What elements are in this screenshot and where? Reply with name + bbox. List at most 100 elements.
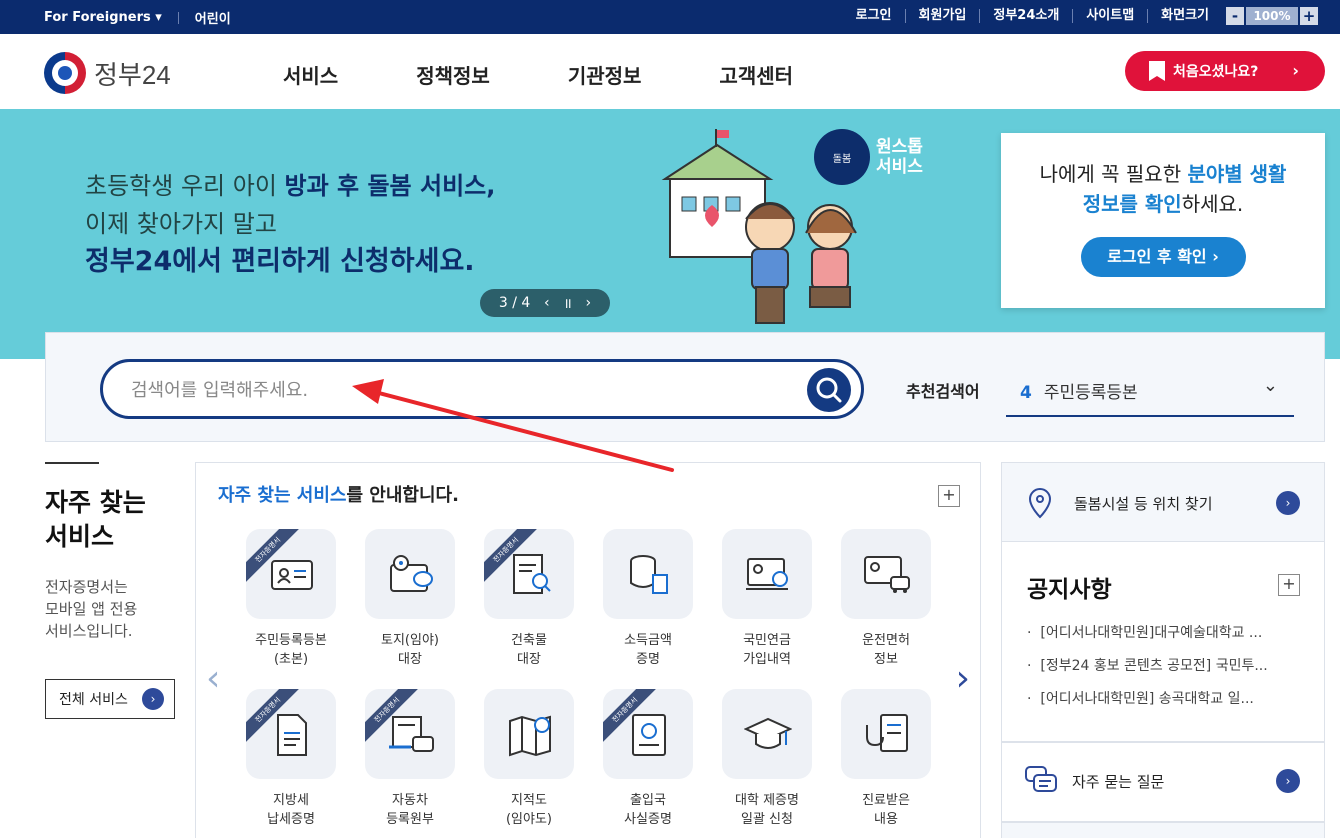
pager-count: 3 / 4 <box>498 295 531 311</box>
all-services-label: 전체 서비스 <box>59 692 128 708</box>
zoom-value: 100% <box>1246 7 1298 25</box>
section-divider <box>45 462 99 464</box>
infobox-text-2-hl: 정보를 확인 <box>1082 192 1182 216</box>
more-plus-icon[interactable]: + <box>938 485 960 507</box>
notice-item[interactable]: · [어디서나대학민원] 송곡대학교 일... <box>1027 688 1297 721</box>
service-label-2: 납세증명 <box>267 812 315 827</box>
kids-link[interactable]: 어린이 <box>195 8 231 27</box>
faq-link[interactable]: 자주 묻는 질문 › <box>1001 742 1325 822</box>
service-label-2: 내용 <box>874 812 898 827</box>
banner-line2: 이제 찾아가지 말고 <box>85 210 277 238</box>
logo-text: 정부24 <box>94 59 171 90</box>
nav-agency[interactable]: 기관정보 <box>568 60 642 89</box>
search-input[interactable] <box>131 376 771 404</box>
more-plus-icon[interactable]: + <box>1278 574 1300 596</box>
login-link[interactable]: 로그인 <box>843 9 905 23</box>
carousel-next-icon[interactable]: › <box>956 658 970 699</box>
cadastral-map-icon <box>484 689 574 779</box>
service-card[interactable]: 국민연금 가입내역 <box>717 529 817 669</box>
recommended-keyword-select[interactable]: 4 주민등록등본 ⌄ <box>1006 369 1294 417</box>
infobox-text-1: 나에게 꼭 필요한 <box>1039 162 1188 186</box>
all-services-button[interactable]: 전체 서비스 › <box>45 679 175 719</box>
service-label: 토지(임야) <box>381 633 439 648</box>
zoom-in-button[interactable]: + <box>1300 7 1318 25</box>
service-label: 대학 제증명 <box>735 793 799 808</box>
service-card[interactable]: 전자증명서 건축물 대장 <box>479 529 579 669</box>
service-card[interactable]: 전자증명서 출입국 사실증명 <box>598 689 698 829</box>
onestop-badge: 돌봄 <box>814 129 870 185</box>
service-label: 진료받은 <box>862 793 910 808</box>
service-label: 소득금액 <box>624 633 672 648</box>
resident-register-icon: 전자증명서 <box>246 529 336 619</box>
main-header: 정부24 서비스 정책정보 기관정보 고객센터 처음오셨나요? › <box>0 34 1340 109</box>
first-visit-button[interactable]: 처음오셨나요? › <box>1125 51 1325 91</box>
chevron-right-icon: › <box>1276 769 1300 793</box>
chat-bubble-icon <box>1025 766 1057 792</box>
bookmark-star-icon <box>1149 61 1165 81</box>
pause-icon[interactable]: ॥ <box>563 294 571 313</box>
onestop-title: 원스톱 서비스 <box>876 137 923 177</box>
service-label: 출입국 <box>630 793 666 808</box>
services-title-hl: 자주 찾는 서비스 <box>218 485 347 506</box>
divider <box>177 11 179 24</box>
prev-slide-icon[interactable]: ‹ <box>544 295 550 311</box>
login-to-check-button[interactable]: 로그인 후 확인 › <box>1080 237 1246 277</box>
service-label: 운전면허 <box>862 633 910 648</box>
service-label: 지방세 <box>273 793 309 808</box>
services-title-rest: 를 안내합니다. <box>346 485 459 506</box>
desc-line1: 전자증명서는 <box>45 578 128 596</box>
global-nav: 서비스 정책정보 기관정보 고객센터 <box>283 60 871 89</box>
frequent-services-panel: 자주 찾는 서비스를 안내합니다. + ‹ › 전자증명서 주민등록등본 (초본)… <box>195 462 981 838</box>
care-facility-finder[interactable]: 돌봄시설 등 위치 찾기 › <box>1001 462 1325 542</box>
signup-link[interactable]: 회원가입 <box>904 9 980 23</box>
chevron-down-icon: ⌄ <box>1262 375 1278 396</box>
search-icon <box>816 377 842 403</box>
nav-services[interactable]: 서비스 <box>283 60 338 89</box>
service-card[interactable]: 대학 제증명 일괄 신청 <box>717 689 817 829</box>
service-card[interactable]: 진료받은내용 <box>836 689 936 829</box>
nav-policy[interactable]: 정책정보 <box>416 60 490 89</box>
service-label-2: (초본) <box>273 652 309 667</box>
right-panel-bottom <box>1001 822 1325 838</box>
zoom-control: - 100% + <box>1226 7 1318 25</box>
service-card[interactable]: 전자증명서 주민등록등본 (초본) <box>241 529 341 669</box>
about-link[interactable]: 정부24소개 <box>979 9 1072 23</box>
infobox-text-2: 하세요. <box>1181 192 1244 216</box>
notice-item[interactable]: · [어디서나대학민원]대구예술대학교 ... <box>1027 622 1297 655</box>
search-button[interactable] <box>807 368 851 412</box>
service-label-2: 등록원부 <box>386 812 434 827</box>
sitemap-link[interactable]: 사이트맵 <box>1072 9 1147 23</box>
banner-line3: 정부24에서 편리하게 신청하세요. <box>85 246 475 277</box>
notice-heading: 공지사항 <box>1027 577 1112 603</box>
heading-line1: 자주 찾는 <box>45 488 146 517</box>
medical-record-icon <box>841 689 931 779</box>
chevron-right-icon: › <box>142 688 164 710</box>
service-card[interactable]: 지적도 (임야도) <box>479 689 579 829</box>
service-label-2: 대장 <box>517 652 541 667</box>
rec-keyword: 주민등록등본 <box>1043 383 1138 403</box>
desc-line3: 서비스입니다. <box>45 622 133 640</box>
service-label-2: 증명 <box>636 652 660 667</box>
nav-support[interactable]: 고객센터 <box>719 60 793 89</box>
notice-item-text: [어디서나대학민원]대구예술대학교 ... <box>1040 625 1263 641</box>
service-card[interactable]: 소득금액증명 <box>598 529 698 669</box>
carousel-prev-icon[interactable]: ‹ <box>206 658 220 699</box>
next-slide-icon[interactable]: › <box>586 295 592 311</box>
notice-board: 공지사항 + · [어디서나대학민원]대구예술대학교 ... · [정부24 홍… <box>1001 542 1325 742</box>
hero-banner[interactable]: 초등학생 우리 아이 방과 후 돌봄 서비스, 이제 찾아가지 말고 정부24에… <box>0 109 1340 359</box>
banner-text: 초등학생 우리 아이 방과 후 돌봄 서비스, 이제 찾아가지 말고 정부24에… <box>85 167 495 281</box>
service-card[interactable]: 운전면허 정보 <box>836 529 936 669</box>
service-card[interactable]: 토지(임야) 대장 <box>360 529 460 669</box>
service-card[interactable]: 전자증명서 자동차 등록원부 <box>360 689 460 829</box>
chevron-right-icon: › <box>1276 491 1300 515</box>
notice-item-text: [정부24 홍보 콘텐츠 공모전] 국민투... <box>1040 658 1268 674</box>
notice-item[interactable]: · [정부24 홍보 콘텐츠 공모전] 국민투... <box>1027 655 1297 688</box>
for-foreigners-link[interactable]: For Foreigners ▾ <box>44 10 162 25</box>
pension-icon <box>722 529 812 619</box>
service-card[interactable]: 전자증명서 지방세 납세증명 <box>241 689 341 829</box>
graduation-cap-icon <box>722 689 812 779</box>
first-visit-label: 처음오셨나요? <box>1173 64 1259 80</box>
chevron-right-icon: › <box>1292 61 1299 80</box>
site-logo[interactable]: 정부24 <box>44 52 171 94</box>
zoom-out-button[interactable]: - <box>1226 7 1244 25</box>
